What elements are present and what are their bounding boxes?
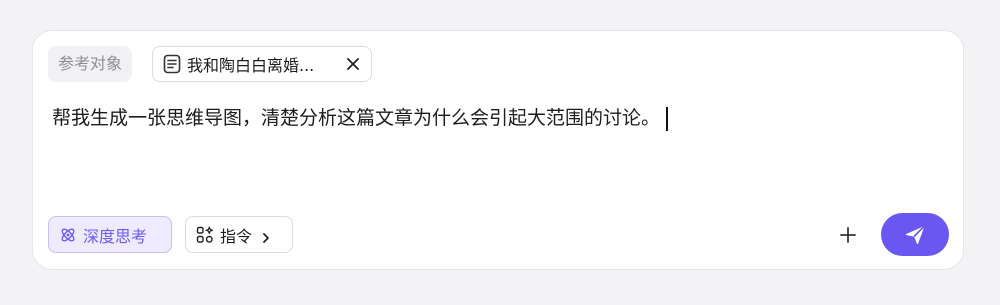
reference-doc-chip[interactable]: 我和陶白白离婚... [152,46,372,82]
send-button[interactable] [881,213,949,256]
apps-icon [196,226,214,244]
deep-think-button[interactable]: 深度思考 [48,216,172,253]
command-button[interactable]: 指令 [185,216,293,253]
text-caret [666,106,669,131]
chevron-right-icon [260,229,272,243]
message-text: 帮我生成一张思维导图，清楚分析这篇文章为什么会引起大范围的讨论。 [52,107,661,129]
document-icon [163,54,181,74]
command-label: 指令 [220,226,253,246]
chat-input-card: 参考对象 我和陶白白离婚... 帮我生成一张思维导图，清楚分析这篇文章为什么会引… [32,30,964,270]
reference-label: 参考对象 [48,46,133,82]
send-icon [904,224,926,246]
deep-think-label: 深度思考 [83,226,148,246]
atom-icon [59,226,77,244]
message-input[interactable]: 帮我生成一张思维导图，清楚分析这篇文章为什么会引起大范围的讨论。 [52,103,669,133]
plus-icon[interactable] [836,223,860,247]
close-icon[interactable] [345,56,361,72]
reference-doc-title: 我和陶白白离婚... [187,56,315,75]
